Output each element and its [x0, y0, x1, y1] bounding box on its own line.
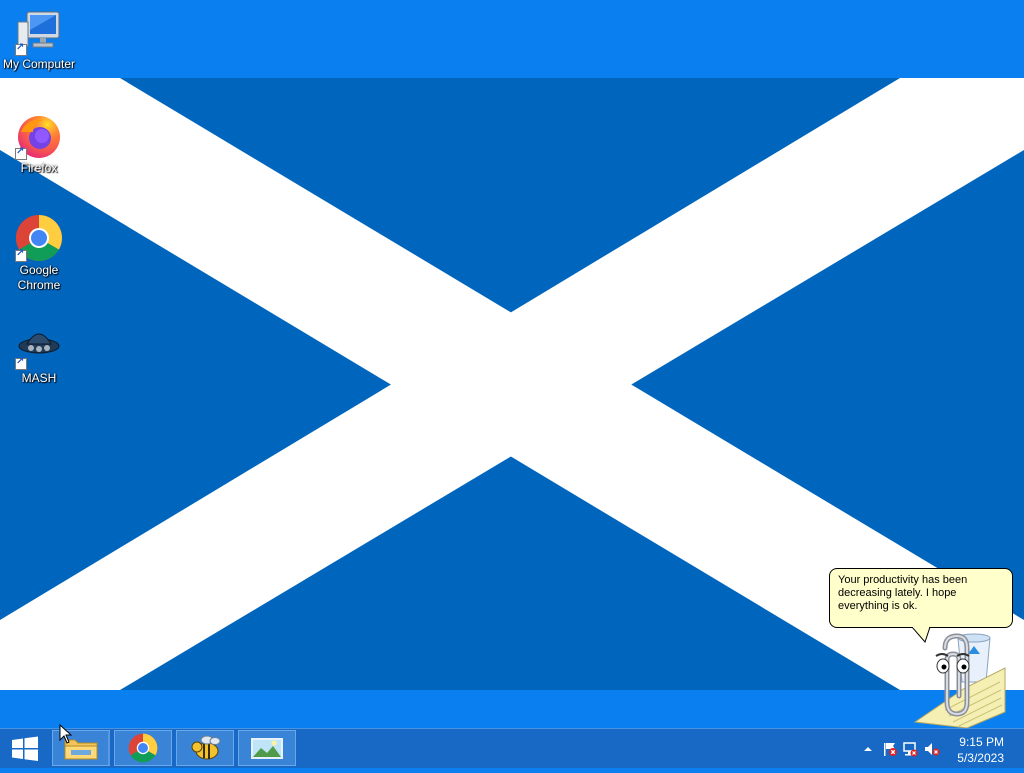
- desktop-icon-label: Firefox: [20, 161, 58, 175]
- volume-muted-icon[interactable]: [924, 741, 940, 757]
- mouse-cursor-icon: [59, 724, 73, 744]
- landscape-icon: [251, 738, 283, 759]
- taskbar: 9:15 PM 5/3/2023: [0, 728, 1024, 768]
- taskbar-photo-viewer-button[interactable]: [238, 730, 296, 766]
- assistant-speech-balloon[interactable]: Your productivity has been decreasing la…: [829, 568, 1013, 628]
- taskbar-clock[interactable]: 9:15 PM 5/3/2023: [957, 734, 1004, 766]
- desktop-icon-my-computer[interactable]: My Computer: [0, 8, 78, 72]
- chrome-icon: [128, 733, 158, 763]
- system-tray: 9:15 PM 5/3/2023: [844, 729, 1024, 768]
- firefox-icon: [15, 112, 63, 160]
- network-error-icon[interactable]: [902, 741, 918, 757]
- taskbar-chrome-button[interactable]: [114, 730, 172, 766]
- flag-error-icon[interactable]: [882, 741, 898, 757]
- desktop-icon-mash[interactable]: MASH: [0, 322, 78, 386]
- clock-date: 5/3/2023: [957, 751, 1004, 765]
- desktop-icon-label: My Computer: [2, 57, 76, 71]
- mash-icon: [15, 322, 63, 370]
- desktop-icon-google-chrome[interactable]: Google Chrome: [0, 214, 78, 293]
- assistant-message: Your productivity has been decreasing la…: [838, 574, 968, 612]
- desktop-icon-label: MASH: [21, 371, 57, 385]
- bee-icon: [191, 735, 221, 760]
- chevron-up-icon[interactable]: [860, 741, 876, 757]
- computer-icon: [15, 8, 63, 56]
- clock-time: 9:15 PM: [959, 735, 1004, 749]
- taskbar-separator: [108, 732, 110, 765]
- taskbar-bee-app-button[interactable]: [176, 730, 234, 766]
- windows-logo-icon: [12, 736, 38, 761]
- chrome-icon: [15, 214, 63, 262]
- desktop[interactable]: My Computer Firefox: [0, 0, 1024, 728]
- start-button[interactable]: [0, 729, 50, 768]
- desktop-icon-firefox[interactable]: Firefox: [0, 112, 78, 176]
- desktop-icon-label: Google Chrome: [17, 263, 61, 292]
- clippy-paperclip-assistant[interactable]: [905, 630, 1009, 728]
